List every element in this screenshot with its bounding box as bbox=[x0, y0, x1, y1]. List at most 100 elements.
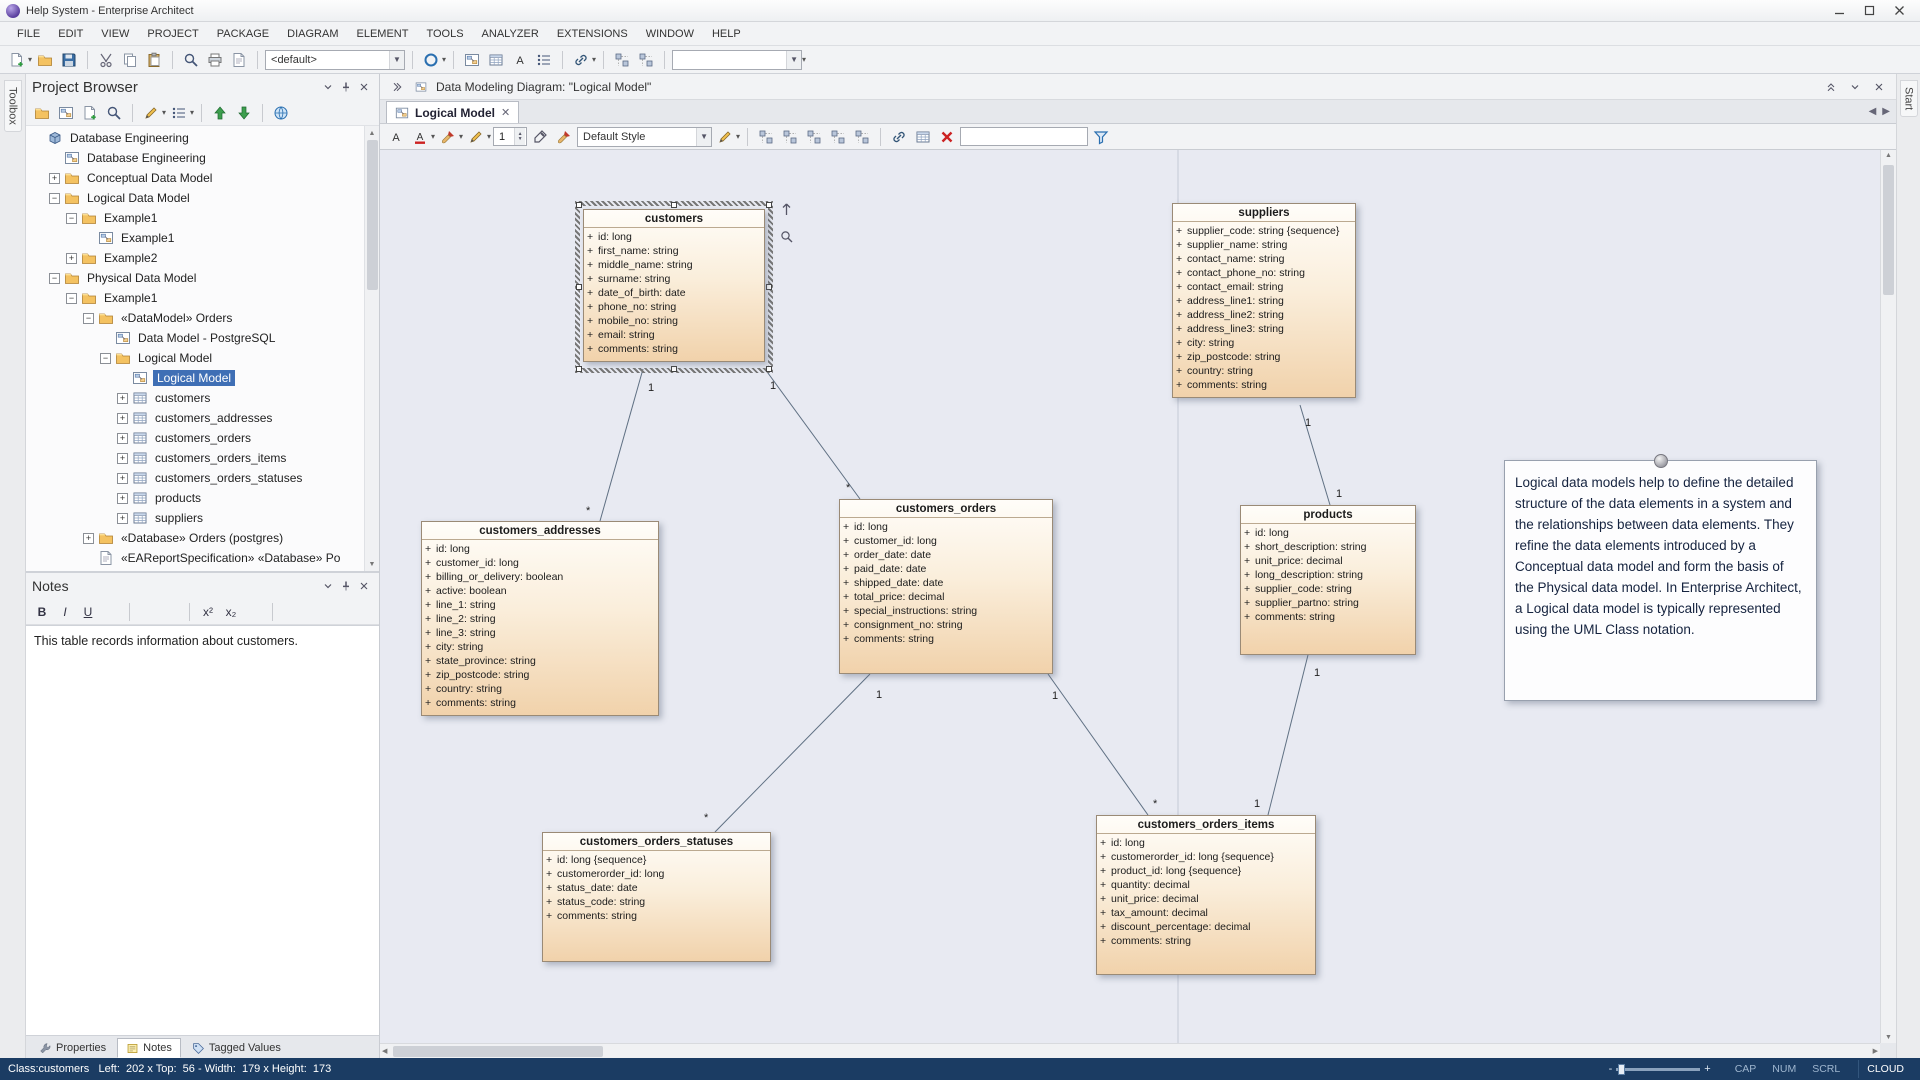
search-button[interactable] bbox=[103, 102, 125, 124]
font-color-button[interactable]: A bbox=[409, 126, 431, 148]
connector-line[interactable] bbox=[1048, 674, 1148, 815]
canvas-horizontal-scrollbar[interactable]: ◀ ▶ bbox=[380, 1043, 1880, 1058]
browser-menu-button[interactable] bbox=[168, 102, 190, 124]
connector-line[interactable] bbox=[715, 674, 870, 832]
tree-item-example1[interactable]: −Example1 bbox=[26, 208, 364, 228]
connector-line[interactable] bbox=[1268, 655, 1308, 815]
toolbar-combobox-2[interactable]: ▼ bbox=[672, 50, 802, 70]
tree-item-database-engineering[interactable]: Database Engineering bbox=[26, 128, 364, 148]
pin-icon[interactable] bbox=[337, 577, 355, 595]
tree-item-datamodel-orders[interactable]: −«DataModel» Orders bbox=[26, 308, 364, 328]
insert-table-button[interactable] bbox=[485, 49, 507, 71]
collapse-icon[interactable]: − bbox=[49, 193, 60, 204]
tab-close-icon[interactable]: ✕ bbox=[501, 106, 510, 119]
tree-item-customers-orders-statuses[interactable]: +customers_orders_statuses bbox=[26, 468, 364, 488]
pen-settings-button[interactable] bbox=[714, 126, 736, 148]
toolbox-tab[interactable]: Toolbox bbox=[4, 80, 22, 132]
expand-icon[interactable]: + bbox=[117, 453, 128, 464]
tree-item-customers-addresses[interactable]: +customers_addresses bbox=[26, 408, 364, 428]
close-icon[interactable] bbox=[355, 577, 373, 595]
menu-tools[interactable]: TOOLS bbox=[417, 25, 472, 43]
zoom-slider-thumb[interactable] bbox=[1618, 1064, 1625, 1075]
default-style-combobox[interactable]: <default> ▼ bbox=[265, 50, 405, 70]
scroll-right-icon[interactable]: ▶ bbox=[1871, 1045, 1880, 1057]
copy-button[interactable] bbox=[119, 49, 141, 71]
format-painter-button[interactable] bbox=[529, 126, 551, 148]
class-customers-addresses[interactable]: customers_addresses+id: long+customer_id… bbox=[421, 521, 659, 716]
double-chevron-right-icon[interactable] bbox=[388, 78, 406, 96]
align-bottom-button[interactable] bbox=[827, 126, 849, 148]
expand-icon[interactable]: + bbox=[66, 253, 77, 264]
zoom-slider[interactable] bbox=[1616, 1068, 1700, 1071]
new-element-button[interactable] bbox=[79, 102, 101, 124]
connector-line[interactable] bbox=[765, 369, 860, 499]
scrollbar-thumb[interactable] bbox=[1883, 165, 1894, 295]
expand-icon[interactable]: + bbox=[117, 433, 128, 444]
delete-button[interactable] bbox=[936, 126, 958, 148]
quicklinker-arrow-icon[interactable] bbox=[780, 203, 793, 216]
tab-logical-model[interactable]: Logical Model ✕ bbox=[386, 101, 519, 123]
align-button[interactable] bbox=[611, 49, 633, 71]
menu-extensions[interactable]: EXTENSIONS bbox=[548, 25, 637, 43]
zoom-out-button[interactable]: - bbox=[1609, 1063, 1613, 1075]
menu-view[interactable]: VIEW bbox=[92, 25, 138, 43]
move-down-button[interactable] bbox=[233, 102, 255, 124]
cut-button[interactable] bbox=[95, 49, 117, 71]
swap-button[interactable] bbox=[888, 126, 910, 148]
scrollbar-thumb[interactable] bbox=[393, 1046, 603, 1057]
close-icon[interactable] bbox=[1870, 78, 1888, 96]
tab-notes[interactable]: Notes bbox=[117, 1038, 181, 1058]
globe-button[interactable] bbox=[270, 102, 292, 124]
tree-item-logical-model[interactable]: −Logical Model bbox=[26, 348, 364, 368]
close-button[interactable] bbox=[1884, 2, 1914, 20]
class-customers-orders[interactable]: customers_orders+id: long+customer_id: l… bbox=[839, 499, 1053, 674]
align-top-button[interactable] bbox=[803, 126, 825, 148]
menu-edit[interactable]: EDIT bbox=[49, 25, 92, 43]
menu-project[interactable]: PROJECT bbox=[138, 25, 207, 43]
collapse-icon[interactable]: − bbox=[83, 313, 94, 324]
expand-icon[interactable]: + bbox=[83, 533, 94, 544]
align-left-button[interactable] bbox=[755, 126, 777, 148]
tree-item-customers[interactable]: +customers bbox=[26, 388, 364, 408]
scroll-up-icon[interactable]: ▲ bbox=[1883, 150, 1894, 161]
tree-item-customers-orders[interactable]: +customers_orders bbox=[26, 428, 364, 448]
paste-button[interactable] bbox=[143, 49, 165, 71]
collapse-icon[interactable]: − bbox=[100, 353, 111, 364]
connector-line[interactable] bbox=[600, 369, 643, 521]
collapse-up-icon[interactable] bbox=[1822, 78, 1840, 96]
scroll-down-icon[interactable]: ▼ bbox=[369, 557, 376, 571]
note-element[interactable]: Logical data models help to define the d… bbox=[1504, 460, 1817, 701]
scroll-down-icon[interactable]: ▼ bbox=[1883, 1032, 1894, 1043]
expand-icon[interactable]: + bbox=[49, 173, 60, 184]
collapse-icon[interactable]: − bbox=[66, 293, 77, 304]
close-icon[interactable] bbox=[355, 78, 373, 96]
maximize-button[interactable] bbox=[1854, 2, 1884, 20]
font-button[interactable]: A bbox=[385, 126, 407, 148]
class-customers-orders-items[interactable]: customers_orders_items+id: long+customer… bbox=[1096, 815, 1316, 975]
print-preview-button[interactable] bbox=[228, 49, 250, 71]
menu-diagram[interactable]: DIAGRAM bbox=[278, 25, 347, 43]
insert-document-button[interactable] bbox=[281, 602, 301, 622]
bullet-list-button[interactable] bbox=[138, 602, 158, 622]
expand-icon[interactable]: + bbox=[117, 473, 128, 484]
numbered-list-button[interactable]: 123 bbox=[161, 602, 181, 622]
print-button[interactable] bbox=[204, 49, 226, 71]
tree-item-example1[interactable]: Example1 bbox=[26, 228, 364, 248]
align-right-button[interactable] bbox=[779, 126, 801, 148]
same-size-button[interactable] bbox=[851, 126, 873, 148]
line-width-spinner[interactable]: 1 ▲▼ bbox=[493, 127, 527, 146]
minimize-button[interactable] bbox=[1824, 2, 1854, 20]
spinner-down-icon[interactable]: ▼ bbox=[515, 137, 525, 142]
class-suppliers[interactable]: suppliers+supplier_code: string {sequenc… bbox=[1172, 203, 1356, 398]
scroll-up-icon[interactable]: ▲ bbox=[369, 126, 376, 140]
tab-properties[interactable]: Properties bbox=[30, 1038, 115, 1058]
zoom-icon[interactable] bbox=[780, 230, 793, 243]
fill-color-button[interactable] bbox=[437, 126, 459, 148]
move-up-button[interactable] bbox=[209, 102, 231, 124]
search-button[interactable] bbox=[180, 49, 202, 71]
menu-element[interactable]: ELEMENT bbox=[347, 25, 417, 43]
list-button[interactable] bbox=[533, 49, 555, 71]
chevron-down-icon[interactable] bbox=[319, 78, 337, 96]
tab-nav-right-icon[interactable]: ▶ bbox=[1882, 106, 1890, 117]
tree-item-products[interactable]: +products bbox=[26, 488, 364, 508]
